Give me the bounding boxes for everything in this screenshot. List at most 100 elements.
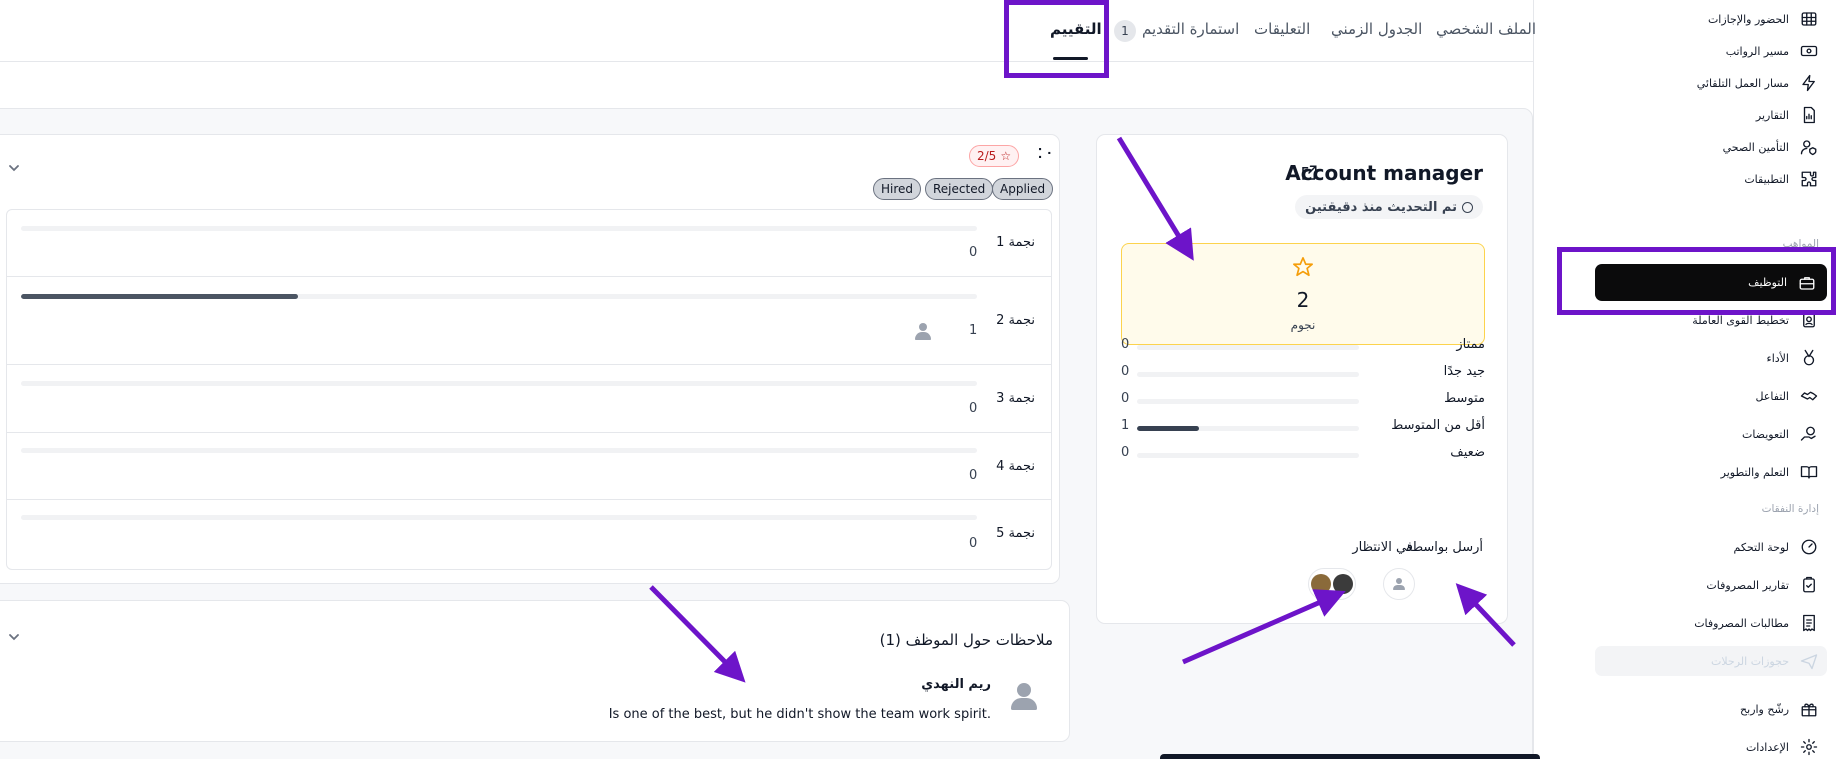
sidebar-item-label: الأداء — [1766, 351, 1789, 365]
tab-application-form[interactable]: استمارة التقديم — [1142, 20, 1239, 44]
distribution-label: ممتاز — [1456, 337, 1485, 352]
sidebar-item-trips: حجوزات الرحلات — [1595, 646, 1827, 676]
status-chip-applied[interactable]: Applied — [992, 178, 1054, 200]
sidebar-item-compensation[interactable]: التعويضات — [1742, 417, 1819, 451]
distribution-bar — [1137, 453, 1359, 458]
sidebar-item-expense-reports[interactable]: تقارير المصروفات — [1706, 568, 1819, 602]
sidebar-item-payroll[interactable]: مسير الرواتب — [1726, 34, 1819, 68]
bottom-toast-edge — [1160, 754, 1540, 759]
distribution-row: ضعيف 0 — [1121, 445, 1485, 463]
sidebar-item-expense-claims[interactable]: مطالبات المصروفات — [1694, 606, 1819, 640]
book-icon — [1799, 462, 1819, 482]
distribution-count: 0 — [1121, 337, 1130, 352]
tab-timeline[interactable]: الجدول الزمني — [1331, 20, 1422, 44]
sender-avatar[interactable] — [1383, 568, 1415, 600]
sidebar-item-insurance[interactable]: التأمين الصحي — [1723, 130, 1819, 164]
sidebar-item-referral[interactable]: رشّح واربح — [1740, 692, 1819, 726]
dashboard-icon — [1799, 537, 1819, 557]
plane-icon — [1799, 651, 1819, 671]
table-icon — [1799, 9, 1819, 29]
highlight-box-recruitment-item — [1557, 247, 1836, 315]
rating-badge: 2/5 ☆ — [969, 145, 1020, 167]
tab-profile[interactable]: الملف الشخصي — [1436, 20, 1536, 44]
report-icon — [1799, 105, 1819, 125]
chevron-down-icon[interactable] — [9, 158, 19, 172]
avatar — [1333, 574, 1353, 594]
sidebar-item-label: التعلم والتطوير — [1720, 465, 1789, 479]
updated-text: تم التحديث منذ دقيقتين — [1305, 199, 1457, 215]
sidebar-item-automation[interactable]: مسار العمل التلقائي — [1697, 66, 1819, 100]
sidebar-item-label: الحضور والإجازات — [1707, 12, 1789, 26]
cash-icon — [1799, 41, 1819, 61]
star-row-count: 0 — [969, 401, 978, 416]
sidebar-item-reports[interactable]: التقارير — [1756, 98, 1819, 132]
sidebar-item-label: التأمين الصحي — [1722, 140, 1789, 154]
star-icon: ☆ — [1000, 149, 1012, 163]
distribution-bar — [1137, 426, 1359, 431]
star-row-count: 0 — [969, 245, 978, 260]
sidebar-item-label: التعويضات — [1741, 427, 1789, 441]
table-row: 5 نجمة 0 — [7, 500, 1051, 569]
sidebar-item-label: رشّح واربح — [1740, 702, 1789, 716]
sidebar-item-dashboard[interactable]: لوحة التحكم — [1734, 530, 1819, 564]
receipt-icon — [1799, 613, 1819, 633]
sidebar-item-label: التقارير — [1755, 108, 1789, 122]
table-row: 4 نجمة 0 — [7, 433, 1051, 500]
drag-handle-icon[interactable]: ⠅⠂ — [1037, 147, 1056, 163]
sidebar-item-apps[interactable]: التطبيقات — [1744, 162, 1819, 196]
table-row: 2 نجمة 1 — [7, 277, 1051, 365]
distribution-label: متوسط — [1444, 391, 1485, 406]
bar-fill — [21, 294, 299, 299]
insurance-icon — [1799, 137, 1819, 157]
sidebar-item-label: مسير الرواتب — [1725, 44, 1789, 58]
star-row-count: 0 — [969, 536, 978, 551]
star-row-count: 1 — [969, 323, 978, 338]
user-icon[interactable] — [915, 323, 931, 341]
distribution-row: جيد جدًا 0 — [1121, 364, 1485, 382]
sidebar-item-label: تقارير المصروفات — [1706, 578, 1789, 592]
distribution-row: ممتاز 0 — [1121, 337, 1485, 355]
sidebar-item-settings[interactable]: الإعدادات — [1746, 730, 1819, 759]
distribution-label: جيد جدًا — [1443, 364, 1485, 379]
sidebar-item-label: التفاعل — [1755, 389, 1789, 403]
star-row-bar — [21, 448, 977, 453]
star-row-count: 0 — [969, 468, 978, 483]
distribution-bar — [1137, 345, 1359, 350]
star-row-label: 2 نجمة — [996, 313, 1035, 328]
tab-bar: الملف الشخصي الجدول الزمني التعليقات است… — [0, 0, 1536, 62]
sidebar: الحضور والإجازات مسير الرواتب مسار العمل… — [1533, 0, 1843, 759]
distribution-count: 0 — [1121, 445, 1130, 460]
account-card: Account manager تم التحديث منذ دقيقتين 2… — [1096, 134, 1508, 624]
star-row-bar — [21, 381, 977, 386]
ratings-card: ⠅⠂ 2/5 ☆ Applied Rejected Hired 1 نجمة 0… — [0, 134, 1060, 584]
pending-avatars[interactable] — [1308, 568, 1356, 600]
sidebar-item-label: لوحة التحكم — [1733, 540, 1789, 554]
distribution-bar — [1137, 372, 1359, 377]
sidebar-item-label: مسار العمل التلقائي — [1696, 76, 1789, 90]
status-chip-hired[interactable]: Hired — [873, 178, 922, 200]
status-chip-rejected[interactable]: Rejected — [925, 178, 994, 200]
updated-status: تم التحديث منذ دقيقتين — [1295, 195, 1483, 219]
coins-icon — [1799, 424, 1819, 444]
chevron-down-icon[interactable] — [9, 627, 19, 641]
table-row: 1 نجمة 0 — [7, 210, 1051, 277]
external-link-icon[interactable] — [1300, 164, 1318, 182]
medal-icon — [1799, 348, 1819, 368]
sidebar-item-attendance[interactable]: الحضور والإجازات — [1708, 2, 1819, 36]
sidebar-item-performance[interactable]: الأداء — [1767, 341, 1819, 375]
notes-title: ملاحظات حول الموظف (1) — [879, 631, 1053, 649]
note-author: ريم النهدي — [921, 677, 991, 692]
star-row-label: 1 نجمة — [996, 235, 1035, 250]
star-row-label: 3 نجمة — [996, 391, 1035, 406]
bar-fill — [1137, 426, 1200, 431]
highlight-box-evaluation-tab — [1004, 0, 1109, 78]
sidebar-item-engagement[interactable]: التفاعل — [1755, 379, 1819, 413]
application-form-count-badge: 1 — [1114, 20, 1136, 42]
star-breakdown-table: 1 نجمة 0 2 نجمة 1 3 نجمة 0 4 نجمة 0 5 نج… — [6, 209, 1052, 570]
tab-comments[interactable]: التعليقات — [1254, 20, 1310, 44]
sidebar-section-expenses: إدارة النفقات — [1761, 503, 1819, 515]
automation-icon — [1799, 73, 1819, 93]
sidebar-item-learning[interactable]: التعلم والتطوير — [1721, 455, 1819, 489]
distribution-bar — [1137, 399, 1359, 404]
clock-icon — [1462, 201, 1473, 213]
